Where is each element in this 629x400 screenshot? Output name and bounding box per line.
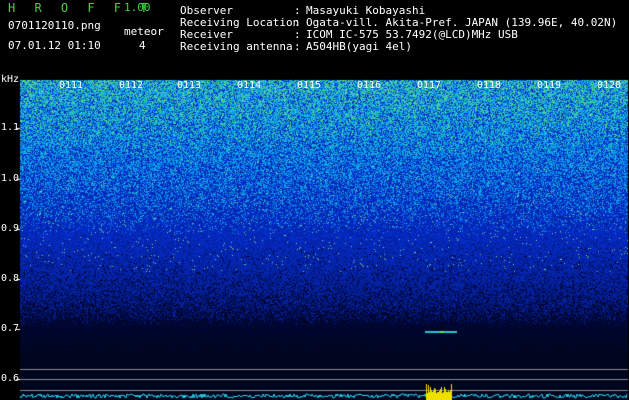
- freq-tick: 0.6: [1, 373, 20, 384]
- time-tick: 0119: [537, 80, 562, 91]
- time-tick: 0120: [597, 80, 622, 91]
- time-tick: 0111: [59, 80, 84, 91]
- time-tick: 0112: [119, 80, 144, 91]
- time-tick: 0115: [297, 80, 322, 91]
- freq-tick: 1.1: [1, 122, 20, 133]
- time-tick: 0114: [237, 80, 262, 91]
- time-tick: 0118: [477, 80, 502, 91]
- freq-tick: 0.8: [1, 273, 20, 284]
- antenna-value: A504HB(yagi 4el): [306, 40, 412, 53]
- freq-tick: 1.0: [1, 173, 20, 184]
- time-tick: 0117: [417, 80, 442, 91]
- freq-tick: 0.7: [1, 323, 20, 334]
- freq-unit-label: kHz: [1, 74, 20, 85]
- time-tick: 0113: [177, 80, 202, 91]
- time-tick: 0116: [357, 80, 382, 91]
- file-name: 0701120110.png: [8, 19, 101, 32]
- app-version: 1.00: [124, 1, 151, 14]
- spectrogram-canvas: [0, 0, 629, 400]
- freq-tick: 0.9: [1, 223, 20, 234]
- antenna-colon: :: [294, 40, 301, 53]
- meteor-count-label: meteor: [124, 25, 164, 38]
- meteor-count: 4: [139, 39, 146, 52]
- antenna-key: Receiving antenna: [180, 40, 293, 53]
- capture-datetime: 07.01.12 01:10: [8, 39, 101, 52]
